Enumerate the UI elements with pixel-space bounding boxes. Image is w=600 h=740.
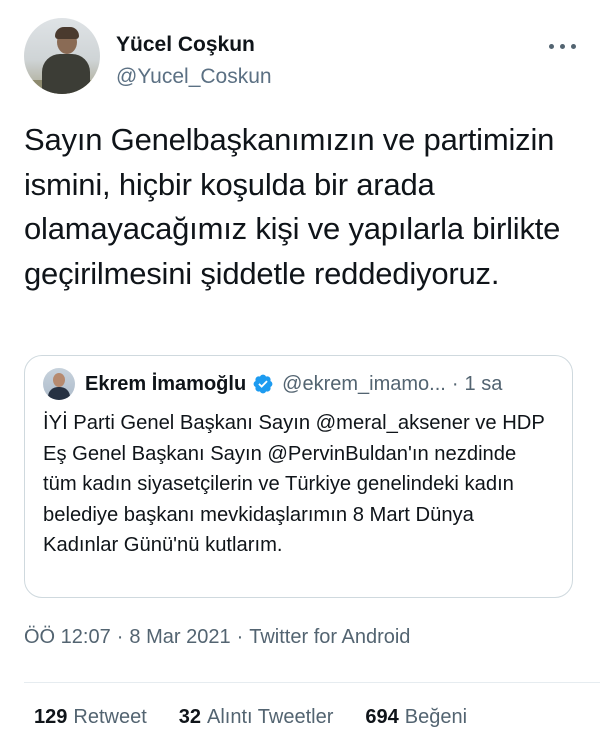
quoted-author-display-name: Ekrem İmamoğlu [85,372,247,395]
author-names: Yücel Coşkun @Yucel_Coskun [116,32,272,90]
retweet-count: 129 [34,706,68,728]
tweet-stats: 129 Retweet 32 Alıntı Tweetler 694 Beğeni [34,706,499,729]
quoted-tweet-card[interactable]: Ekrem İmamoğlu @ekrem_imamo... · 1 sa İY… [24,355,573,598]
quote-count: 32 [178,706,201,728]
likes-stat[interactable]: 694 Beğeni [365,706,467,729]
meta-separator: · [236,626,244,648]
quoted-author-avatar [43,368,75,400]
more-horizontal-icon[interactable] [544,40,576,52]
author-display-name[interactable]: Yücel Coşkun [116,32,272,58]
tweet-text: Sayın Genelbaşkanımızın ve partimizin is… [24,122,561,291]
tweet-date[interactable]: 8 Mar 2021 [129,626,230,648]
tweet-client-link[interactable]: Twitter for Android [249,626,410,648]
quote-label: Alıntı Tweetler [207,706,334,728]
retweets-stat[interactable]: 129 Retweet [34,706,147,729]
quoted-author-handle: @ekrem_imamo... [282,372,446,395]
tweet-author: Yücel Coşkun @Yucel_Coskun [24,18,576,98]
tweet-time[interactable]: ÖÖ 12:07 [24,626,111,648]
tweet-meta: ÖÖ 12:07 · 8 Mar 2021 · Twitter for Android [24,626,410,649]
author-handle[interactable]: @Yucel_Coskun [116,64,272,90]
author-avatar[interactable] [24,18,100,94]
quoted-tweet-time: 1 sa [464,372,503,395]
quoted-header-separator: · [451,372,459,395]
retweet-label: Retweet [73,706,147,728]
quote-tweets-stat[interactable]: 32 Alıntı Tweetler [179,706,334,729]
verified-badge-icon [253,374,273,394]
quoted-tweet-header: Ekrem İmamoğlu @ekrem_imamo... · 1 sa [43,368,554,400]
like-label: Beğeni [404,706,468,728]
meta-separator: · [116,626,124,648]
divider [24,682,600,683]
like-count: 694 [365,706,399,728]
quoted-tweet-text: İYİ Parti Genel Başkanı Sayın @meral_aks… [43,412,545,556]
